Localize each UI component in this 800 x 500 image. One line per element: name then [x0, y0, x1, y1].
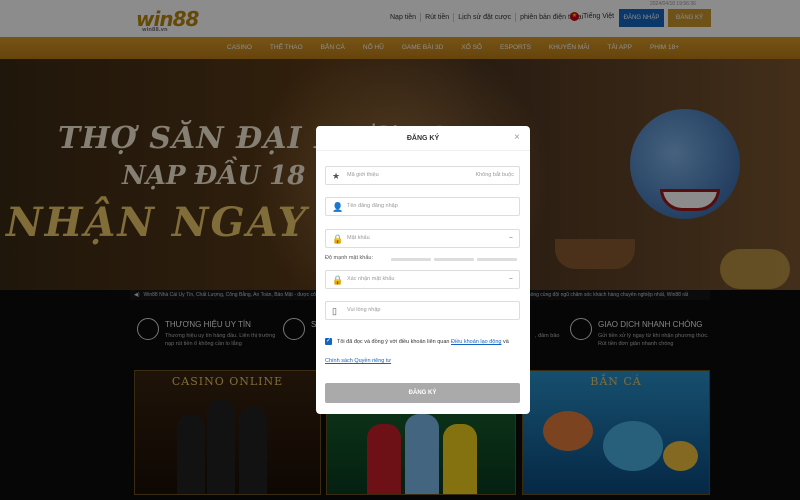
eye-icon[interactable]: ⌣	[509, 235, 513, 242]
register-submit-button[interactable]: ĐĂNG KÝ	[325, 383, 520, 403]
phone-placeholder: Vui lòng nhập	[347, 307, 381, 313]
referral-code-input[interactable]: ★ Mã giới thiệu Không bắt buộc	[325, 166, 520, 185]
password-strength: Độ mạnh mật khẩu:	[325, 255, 520, 263]
page: win88 win88.vn 2024/04/18 19:56:36 Nạp t…	[0, 0, 800, 500]
confirm-password-input[interactable]: 🔒 Xác nhận mật khẩu ⌣	[325, 270, 520, 289]
phone-input[interactable]: ▯ Vui lòng nhập	[325, 301, 520, 320]
strength-bar	[477, 258, 517, 261]
lock-icon: 🔒	[332, 234, 344, 244]
password-placeholder: Mật khẩu	[347, 235, 370, 241]
confirm-placeholder: Xác nhận mật khẩu	[347, 276, 395, 282]
agree-checkbox[interactable]: ✓	[325, 338, 332, 345]
privacy-policy-link[interactable]: Chính sách Quyền riêng tư	[325, 358, 391, 364]
phone-icon: ▯	[332, 306, 337, 316]
username-input[interactable]: 👤 Tên đăng đăng nhập	[325, 197, 520, 216]
eye-icon[interactable]: ⌣	[509, 276, 513, 283]
lock-icon: 🔒	[332, 275, 344, 285]
referral-placeholder: Mã giới thiệu	[347, 172, 379, 178]
username-placeholder: Tên đăng đăng nhập	[347, 203, 398, 209]
strength-bars	[391, 258, 520, 261]
modal-title: ĐĂNG KÝ	[406, 135, 440, 142]
password-input[interactable]: 🔒 Mật khẩu ⌣	[325, 229, 520, 248]
strength-label: Độ mạnh mật khẩu:	[325, 255, 373, 261]
agree-text: Tôi đã đọc và đồng ý với điều khoản liên…	[337, 339, 450, 345]
agree-text-line: Tôi đã đọc và đồng ý với điều khoản liên…	[337, 339, 509, 345]
strength-bar	[391, 258, 431, 261]
agree-and: và	[503, 339, 509, 345]
modal-divider	[316, 150, 530, 151]
terms-link[interactable]: Điều khoản lạo động	[451, 339, 501, 345]
star-icon: ★	[332, 171, 341, 181]
user-icon: 👤	[332, 202, 344, 212]
close-icon[interactable]: ×	[514, 133, 520, 143]
optional-hint: Không bắt buộc	[475, 172, 514, 178]
strength-bar	[434, 258, 474, 261]
